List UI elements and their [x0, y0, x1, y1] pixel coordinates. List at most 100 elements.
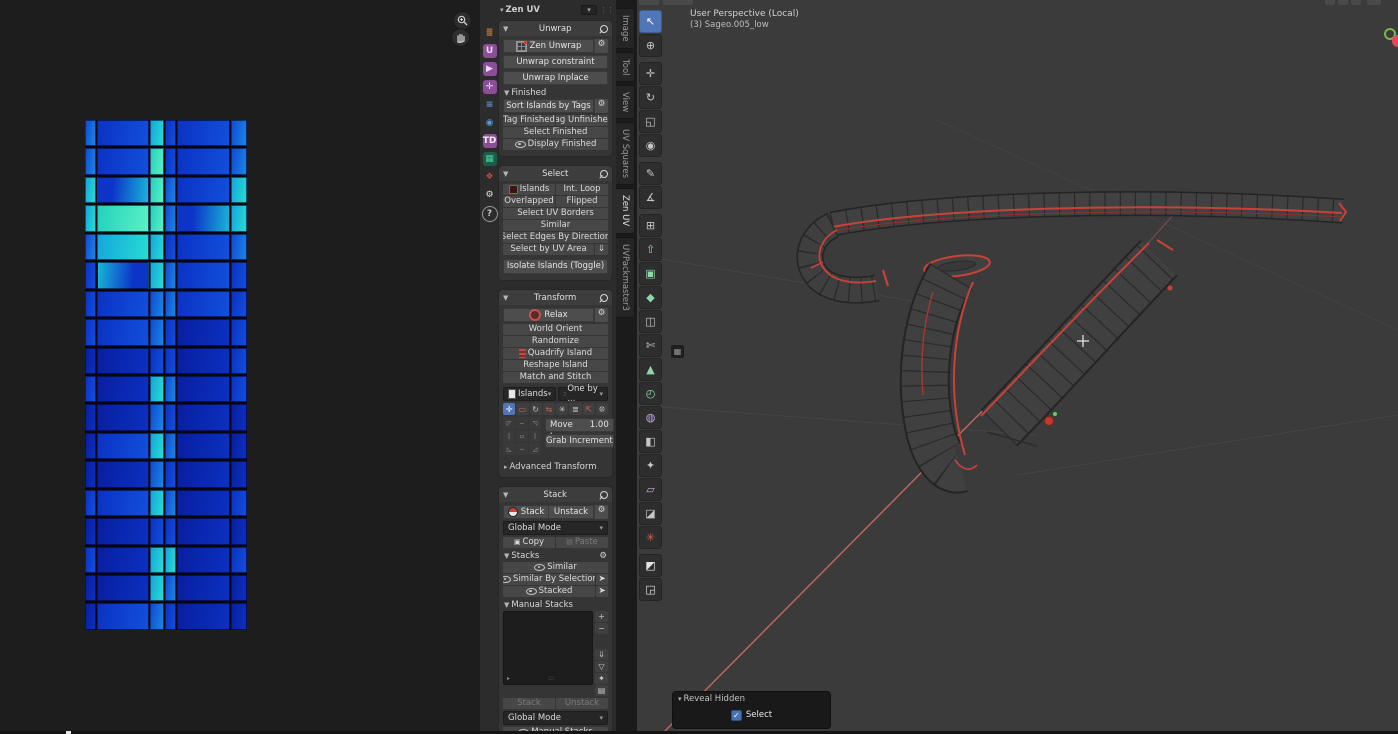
- uv-face-cell[interactable]: [164, 575, 176, 602]
- unwrap-section-header[interactable]: ▼ Unwrap: [499, 21, 612, 36]
- pivot-cell-4[interactable]: ▫: [516, 430, 528, 442]
- add-stack-button[interactable]: +: [595, 611, 608, 622]
- viewport-3d-scene[interactable]: [637, 0, 1398, 734]
- sort-islands-by-tags-button[interactable]: Sort Islands by Tags: [503, 99, 594, 113]
- islands-mode-dropdown[interactable]: Islands ▾: [503, 387, 557, 401]
- checker-category-icon[interactable]: ▦: [482, 152, 497, 166]
- uv-face-cell[interactable]: [231, 120, 247, 147]
- uv-face-cell[interactable]: [85, 205, 96, 232]
- cursor-tool[interactable]: ⊕: [639, 34, 662, 57]
- uv-face-cell[interactable]: [149, 432, 164, 460]
- knife-tool[interactable]: ✄: [639, 334, 662, 357]
- uv-face-cell[interactable]: [96, 347, 149, 374]
- uv-face-cell[interactable]: [96, 205, 149, 232]
- uv-face-cell[interactable]: [85, 319, 96, 346]
- overlay-widget-icon[interactable]: ▦: [671, 345, 684, 358]
- cursor-mode-icon[interactable]: ⇱: [582, 403, 595, 415]
- shear-tool[interactable]: ▱: [639, 478, 662, 501]
- match-and-stitch-button[interactable]: Match and Stitch: [503, 372, 608, 383]
- select-edges-by-direction-button[interactable]: Select Edges By Direction: [503, 232, 608, 243]
- eye-icon[interactable]: [525, 588, 537, 595]
- rip-region-tool[interactable]: ◪: [639, 502, 662, 525]
- uv-face-cell[interactable]: [85, 233, 96, 261]
- operator-panel-header[interactable]: ▾ Reveal Hidden: [673, 692, 830, 706]
- select-by-uv-area-button[interactable]: Select by UV Area: [503, 244, 594, 255]
- uv-face-cell[interactable]: [149, 575, 164, 602]
- bevel-tool[interactable]: ◆: [639, 286, 662, 309]
- mesh-diagonal-band[interactable]: [980, 239, 1178, 447]
- uv-face-cell[interactable]: [85, 603, 96, 630]
- rotate-mode-icon[interactable]: ↻: [529, 403, 542, 415]
- panel-mode-dropdown[interactable]: ▾: [581, 5, 597, 15]
- uv-island-grid[interactable]: [85, 120, 247, 630]
- uv-face-cell[interactable]: [149, 290, 164, 318]
- uv-face-cell[interactable]: [149, 319, 164, 346]
- uv-face-cell[interactable]: [149, 205, 164, 232]
- uv-face-cell[interactable]: [176, 290, 231, 318]
- uv-face-cell[interactable]: [164, 176, 176, 204]
- pivot-cell-2[interactable]: ◹: [529, 417, 541, 429]
- unwrap-inplace-button[interactable]: Unwrap Inplace: [503, 71, 608, 85]
- uv-face-cell[interactable]: [149, 375, 164, 403]
- uv-face-cell[interactable]: [176, 489, 231, 517]
- spin-tool[interactable]: ◴: [639, 382, 662, 405]
- move-tool[interactable]: ✛: [639, 62, 662, 85]
- uv-face-cell[interactable]: [85, 120, 96, 147]
- uv-face-cell[interactable]: [85, 290, 96, 318]
- zoom-gizmo-button[interactable]: [453, 11, 472, 30]
- similar-stack-row[interactable]: Similar: [503, 562, 608, 573]
- select-checkbox[interactable]: ✓: [730, 709, 742, 721]
- inset-faces-tool[interactable]: ▣: [639, 262, 662, 285]
- uv-face-cell[interactable]: [231, 233, 247, 261]
- uv-face-cell[interactable]: [231, 404, 247, 431]
- display-finished-button[interactable]: Display Finished: [503, 139, 608, 150]
- uv-face-cell[interactable]: [85, 262, 96, 289]
- pivot-cell-8[interactable]: ◿: [529, 443, 541, 455]
- uv-face-cell[interactable]: [176, 546, 231, 573]
- manual-stack-button[interactable]: Stack: [503, 698, 555, 709]
- uv-face-cell[interactable]: [176, 205, 231, 232]
- uv-face-cell[interactable]: [96, 518, 149, 545]
- uv-face-cell[interactable]: [231, 461, 247, 488]
- uv-face-cell[interactable]: [164, 148, 176, 175]
- stacked-row[interactable]: Stacked: [503, 586, 595, 597]
- tweak-select-tool[interactable]: ↖: [639, 10, 662, 33]
- uv-face-cell[interactable]: [149, 404, 164, 431]
- pin-icon[interactable]: [598, 291, 610, 304]
- shading-icon-3[interactable]: [1351, 0, 1361, 5]
- uv-face-cell[interactable]: [85, 489, 96, 517]
- uv-face-cell[interactable]: [164, 518, 176, 545]
- uv-face-cell[interactable]: [164, 432, 176, 460]
- align-mode-icon[interactable]: ≣: [569, 403, 582, 415]
- manual-stacks-list[interactable]: ▸ :::: [503, 611, 593, 685]
- uv-face-cell[interactable]: [164, 205, 176, 232]
- pivot-cell-3[interactable]: |: [503, 430, 515, 442]
- mode-selector-icon[interactable]: [663, 0, 693, 5]
- uv-face-cell[interactable]: [176, 319, 231, 346]
- shading-icon-2[interactable]: [1338, 0, 1348, 5]
- uv-face-cell[interactable]: [164, 546, 176, 573]
- uv-face-cell[interactable]: [85, 347, 96, 374]
- select-similar-button[interactable]: Similar: [503, 220, 608, 231]
- uv-face-cell[interactable]: [96, 603, 149, 630]
- global-mode-dropdown[interactable]: Global Mode ▾: [503, 521, 608, 535]
- uv-face-cell[interactable]: [164, 461, 176, 488]
- one-by-dropdown[interactable]: ∶∶ One by ... ▾: [558, 384, 608, 404]
- similar-by-selection-picker-button[interactable]: ➤: [596, 574, 608, 585]
- relax-button[interactable]: Relax: [503, 308, 594, 322]
- tag-unfinished-button[interactable]: Tag Unfinished: [556, 115, 608, 126]
- uv-face-cell[interactable]: [231, 148, 247, 175]
- uv-face-cell[interactable]: [149, 461, 164, 488]
- finished-subheader[interactable]: ▼ Finished: [499, 87, 612, 99]
- zen-unwrap-settings-button[interactable]: ⚙: [594, 39, 608, 53]
- uv-face-cell[interactable]: [149, 176, 164, 204]
- uv-face-cell[interactable]: [164, 404, 176, 431]
- uv-face-cell[interactable]: [149, 489, 164, 517]
- tab-uv-squares[interactable]: UV Squares: [616, 122, 635, 186]
- preferences-gear-icon[interactable]: ⚙: [483, 188, 497, 202]
- similar-by-selection-row[interactable]: Similar By Selection: [503, 574, 595, 585]
- special-button[interactable]: ✦: [595, 673, 608, 684]
- uv-face-cell[interactable]: [149, 120, 164, 147]
- eye-icon[interactable]: [503, 576, 512, 583]
- scale-tool[interactable]: ◱: [639, 110, 662, 133]
